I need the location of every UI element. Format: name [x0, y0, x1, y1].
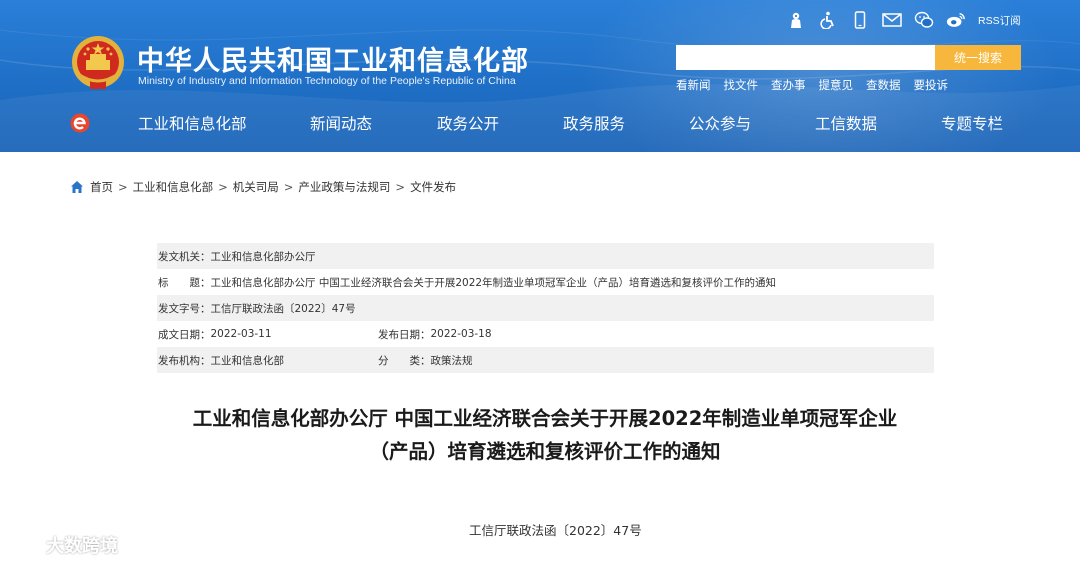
- watermark-text: 大数跨境: [46, 536, 118, 557]
- main-nav: 工业和信息化部 新闻动态 政务公开 政务服务 公众参与 工信数据 专题专栏: [110, 112, 1070, 136]
- quick-link-news[interactable]: 看新闻: [676, 77, 711, 93]
- info-row-docno: 发文字号： 工信厅联政法函〔2022〕47号: [157, 295, 934, 321]
- issuer-label: 发文机关：: [158, 250, 211, 263]
- site-subtitle: Ministry of Industry and Information Tec…: [138, 75, 516, 87]
- document-number: 工信厅联政法函〔2022〕47号: [469, 523, 642, 538]
- category-label: 分 类：: [378, 354, 431, 367]
- nav-item-gov-services[interactable]: 政务服务: [563, 112, 625, 134]
- breadcrumb-file-release[interactable]: 文件发布: [410, 179, 456, 195]
- quick-link-feedback[interactable]: 提意见: [819, 77, 854, 93]
- breadcrumb-separator: >: [283, 180, 294, 194]
- accessibility-icon[interactable]: [818, 10, 838, 30]
- search-input[interactable]: [676, 45, 935, 70]
- breadcrumb: 首页 > 工业和信息化部 > 机关司局 > 产业政策与法规司 > 文件发布: [70, 179, 456, 195]
- created-label: 成文日期：: [158, 328, 211, 341]
- mail-icon[interactable]: [882, 10, 902, 30]
- info-row-dates: 成文日期： 2022-03-11 发布日期： 2022-03-18: [157, 321, 934, 347]
- breadcrumb-policy-dept[interactable]: 产业政策与法规司: [298, 179, 390, 195]
- published-label: 发布日期：: [378, 328, 431, 341]
- weibo-icon[interactable]: [946, 10, 966, 30]
- site-title: 中华人民共和国工业和信息化部: [137, 46, 529, 77]
- breadcrumb-departments[interactable]: 机关司局: [233, 179, 279, 195]
- rss-subscribe-link[interactable]: RSS订阅: [978, 13, 1021, 28]
- nav-item-participation[interactable]: 公众参与: [689, 112, 751, 134]
- watermark: 大数跨境: [8, 532, 118, 558]
- breadcrumb-separator: >: [118, 180, 128, 194]
- docno-label: 发文字号：: [158, 302, 211, 315]
- document-title: 工业和信息化部办公厅 中国工业经济联合会关于开展2022年制造业单项冠军企业 （…: [140, 402, 950, 468]
- top-utility-icons: RSS订阅: [786, 10, 1021, 30]
- breadcrumb-ministry[interactable]: 工业和信息化部: [133, 179, 214, 195]
- quick-link-complaint[interactable]: 要投诉: [914, 77, 949, 93]
- quick-link-data[interactable]: 查数据: [866, 77, 901, 93]
- info-row-issuer: 发文机关： 工业和信息化部办公厅: [157, 243, 934, 269]
- docno-value: 工信厅联政法函〔2022〕47号: [210, 302, 356, 315]
- document-info-table: 发文机关： 工业和信息化部办公厅 标 题： 工业和信息化部办公厅 中国工业经济联…: [157, 243, 934, 373]
- org-label: 发布机构：: [158, 354, 211, 367]
- wechat-icon[interactable]: [914, 10, 934, 30]
- mobile-icon[interactable]: [850, 10, 870, 30]
- title-label: 标 题：: [158, 276, 211, 289]
- title-value: 工业和信息化部办公厅 中国工业经济联合会关于开展2022年制造业单项冠军企业（产…: [210, 276, 777, 289]
- nav-item-topics[interactable]: 专题专栏: [941, 112, 1003, 134]
- nav-item-public-affairs[interactable]: 政务公开: [437, 112, 499, 134]
- published-value: 2022-03-18: [430, 328, 492, 340]
- info-row-org: 发布机构： 工业和信息化部 分 类： 政策法规: [157, 347, 934, 373]
- national-emblem-icon: [72, 36, 124, 89]
- e-gov-logo-icon[interactable]: [69, 112, 91, 134]
- category-value: 政策法规: [430, 354, 473, 367]
- search-button[interactable]: 统一搜索: [935, 45, 1021, 70]
- created-value: 2022-03-11: [210, 328, 272, 340]
- breadcrumb-separator: >: [218, 180, 228, 194]
- issuer-value: 工业和信息化部办公厅: [210, 250, 316, 263]
- nav-item-ministry[interactable]: 工业和信息化部: [138, 112, 247, 134]
- quick-links: 看新闻 找文件 查办事 提意见 查数据 要投诉: [676, 77, 961, 93]
- breadcrumb-separator: >: [395, 180, 406, 194]
- home-icon: [71, 181, 83, 193]
- child-icon[interactable]: [786, 10, 806, 30]
- quick-link-files[interactable]: 找文件: [724, 77, 759, 93]
- nav-item-news[interactable]: 新闻动态: [310, 112, 372, 134]
- document-title-line-1: 工业和信息化部办公厅 中国工业经济联合会关于开展2022年制造业单项冠军企业: [192, 407, 898, 430]
- org-value: 工业和信息化部: [210, 354, 285, 367]
- info-row-title: 标 题： 工业和信息化部办公厅 中国工业经济联合会关于开展2022年制造业单项冠…: [157, 269, 934, 295]
- document-title-line-2: （产品）培育遴选和复核评价工作的通知: [369, 440, 721, 463]
- watermark-logo-icon: [8, 536, 41, 555]
- quick-link-services[interactable]: 查办事: [771, 77, 806, 93]
- nav-item-data[interactable]: 工信数据: [815, 112, 877, 134]
- breadcrumb-home[interactable]: 首页: [90, 179, 113, 195]
- site-header: 中华人民共和国工业和信息化部 Ministry of Industry and …: [0, 0, 1080, 152]
